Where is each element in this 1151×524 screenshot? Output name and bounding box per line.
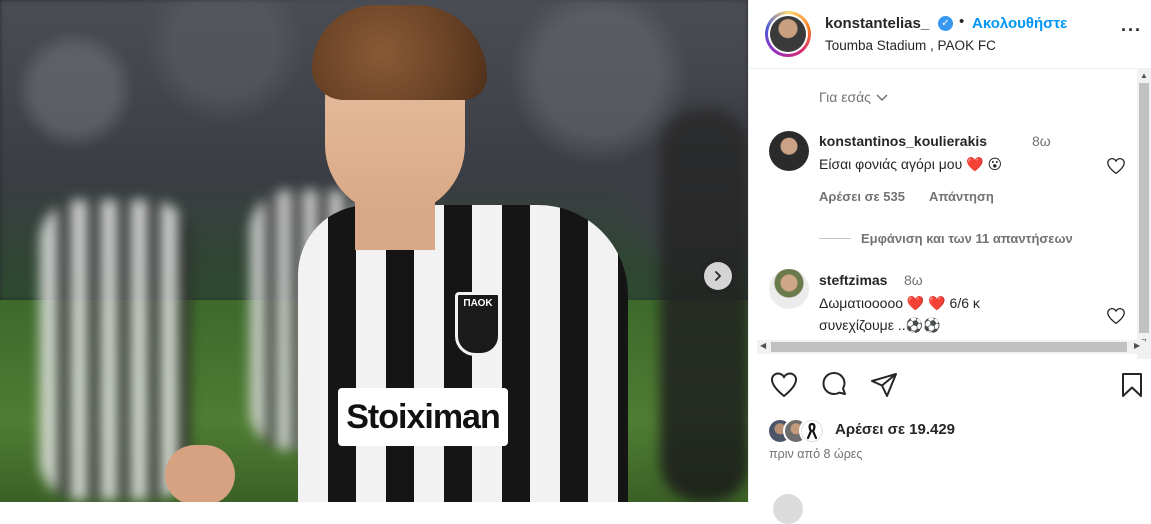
comment-icon[interactable] (819, 370, 849, 400)
scrollbar-thumb[interactable] (771, 342, 1127, 352)
horizontal-scrollbar[interactable]: ◀ ▶ (757, 340, 1145, 354)
reply-button[interactable]: Απάντηση (929, 189, 994, 204)
current-user-avatar (773, 494, 803, 524)
liker-avatar[interactable] (799, 418, 825, 444)
heart-icon[interactable] (769, 370, 799, 400)
action-bar (749, 370, 1151, 410)
comment-text: Δωματιοοοοο ❤️ ❤️ 6/6 κ (819, 295, 980, 311)
likes-row: Αρέσει σε 19.429 (749, 414, 1151, 446)
comment-time: 8ω (1032, 133, 1051, 149)
comment-heart-icon[interactable] (1106, 157, 1126, 175)
post-side-panel: konstantelias_ ✓ • Ακολουθήστε Toumba St… (748, 0, 1151, 524)
comment-sort-dropdown[interactable]: Για εσάς (819, 89, 888, 105)
header-separator: • (959, 13, 965, 30)
comment-username[interactable]: steftzimas (819, 272, 887, 288)
bookmark-icon[interactable] (1117, 370, 1147, 400)
replies-divider (819, 238, 851, 239)
post-header: konstantelias_ ✓ • Ακολουθήστε Toumba St… (749, 0, 1151, 69)
sort-label: Για εσάς (819, 89, 871, 105)
likes-count[interactable]: Αρέσει σε 19.429 (835, 421, 955, 438)
comment-time: 8ω (904, 272, 923, 288)
comment-username[interactable]: konstantinos_koulierakis (819, 133, 987, 149)
chevron-right-icon (715, 271, 722, 281)
view-replies-button[interactable]: Εμφάνιση και των 11 απαντήσεων (861, 231, 1073, 246)
player-jersey (298, 205, 628, 502)
vertical-scrollbar[interactable]: ▲ ▼ (1137, 69, 1151, 359)
comments-section: Για εσάς konstantinos_koulierakis 8ω Είσ… (749, 69, 1151, 359)
comment-avatar[interactable] (769, 131, 809, 171)
post-time[interactable]: πριν από 8 ώρες (769, 447, 862, 461)
post-image[interactable]: ΠΑΟΚ Stoiximan (0, 0, 748, 502)
share-icon[interactable] (869, 370, 899, 400)
more-icon[interactable]: ··· (1121, 20, 1142, 41)
comment-likes[interactable]: Αρέσει σε 535 (819, 189, 905, 204)
sponsor-logo: Stoiximan (338, 388, 508, 446)
comment-heart-icon[interactable] (1106, 307, 1126, 325)
chevron-down-icon (876, 94, 888, 102)
background-player (40, 200, 190, 500)
follow-button[interactable]: Ακολουθήστε (972, 15, 1067, 32)
comment-text: Είσαι φονιάς αγόρι μου ❤️ 😮 (819, 156, 1003, 172)
comment-text: συνεχίζουμε ..⚽⚽ (819, 317, 941, 333)
author-avatar[interactable] (765, 11, 811, 57)
comment-avatar[interactable] (769, 269, 809, 309)
background-person (660, 110, 748, 502)
next-image-button[interactable] (704, 262, 732, 290)
post-location[interactable]: Toumba Stadium , PAOK FC (825, 38, 996, 53)
player-fist (165, 445, 235, 502)
scrollbar-thumb[interactable] (1139, 83, 1149, 333)
club-crest: ΠΑΟΚ (455, 292, 501, 356)
author-username[interactable]: konstantelias_ (825, 15, 929, 32)
ribbon-icon (806, 422, 818, 440)
verified-icon: ✓ (938, 16, 953, 31)
